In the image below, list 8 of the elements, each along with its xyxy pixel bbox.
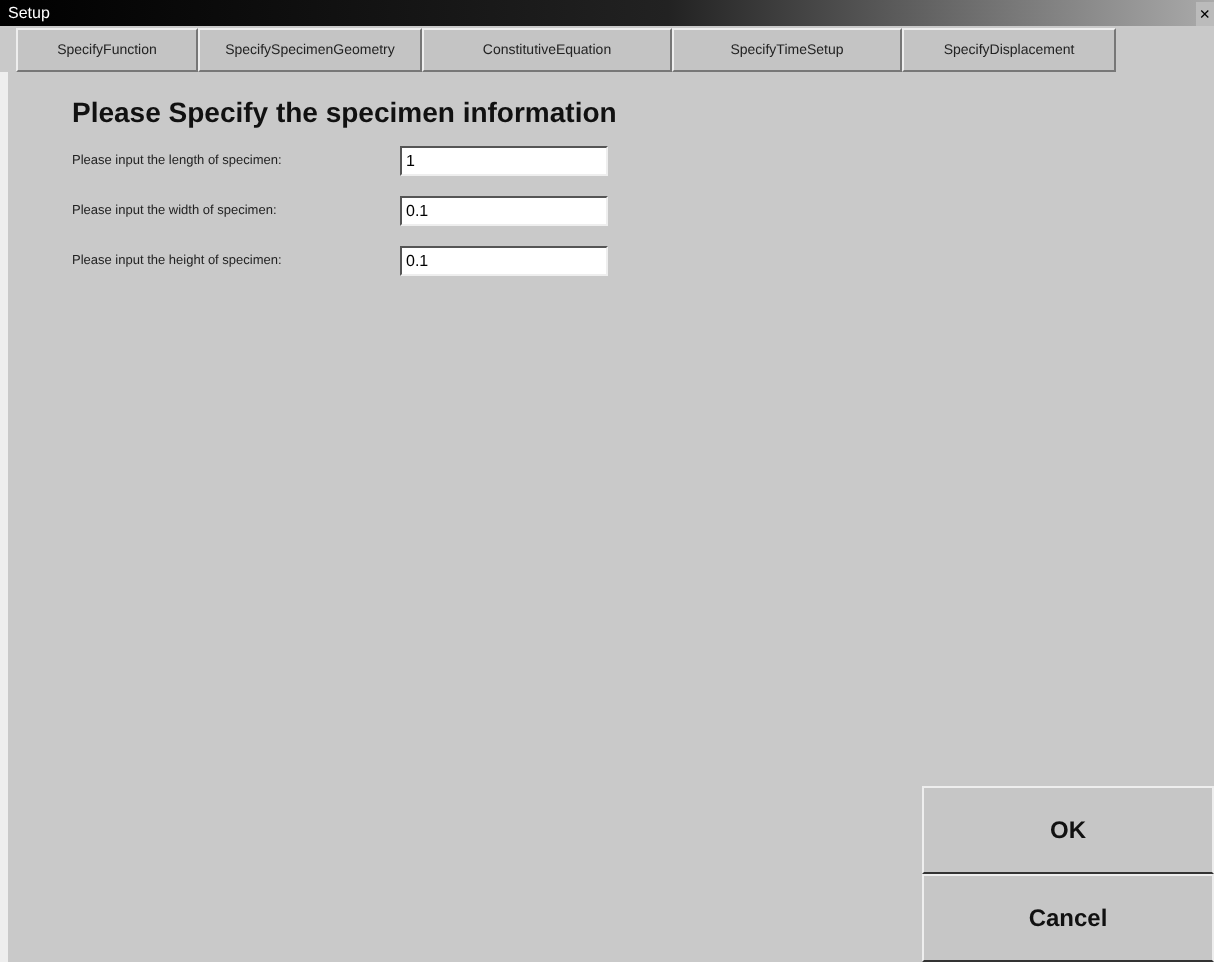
dialog-button[interactable]: Cancel bbox=[922, 874, 1214, 962]
form-heading: Please Specify the specimen information bbox=[72, 96, 617, 128]
input-field[interactable]: 0.1 bbox=[400, 196, 608, 226]
window-title: Setup bbox=[8, 4, 50, 22]
close-button[interactable]: × bbox=[1195, 1, 1214, 25]
input-field[interactable]: 1 bbox=[400, 146, 608, 176]
dialog-button[interactable]: OK bbox=[922, 786, 1214, 874]
input-field[interactable]: 0.1 bbox=[400, 246, 608, 276]
